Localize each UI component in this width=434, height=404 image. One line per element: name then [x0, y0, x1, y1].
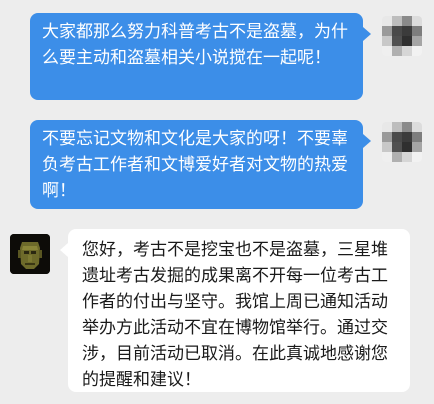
message-bubble[interactable]: 大家都那么努力科普考古不是盗墓，为什么要主动和盗墓相关小说搅在一起呢！ [30, 13, 363, 100]
bubble-tail [363, 27, 371, 41]
message-bubble[interactable]: 您好，考古不是挖宝也不是盗墓，三星堆遗址考古发掘的成果离不开每一位考古工作者的付… [68, 229, 410, 392]
bronze-mask-icon [10, 234, 50, 274]
museum-avatar[interactable] [10, 234, 50, 274]
message-bubble[interactable]: 不要忘记文物和文化是大家的呀！不要辜负考古工作者和文博爱好者对文物的热爱啊！ [30, 120, 363, 209]
user-avatar[interactable] [382, 122, 422, 162]
user-avatar[interactable] [382, 16, 422, 56]
bubble-tail [363, 134, 371, 148]
bubble-tail [60, 243, 68, 257]
pixelated-avatar-icon [382, 122, 422, 162]
pixelated-avatar-icon [382, 16, 422, 56]
